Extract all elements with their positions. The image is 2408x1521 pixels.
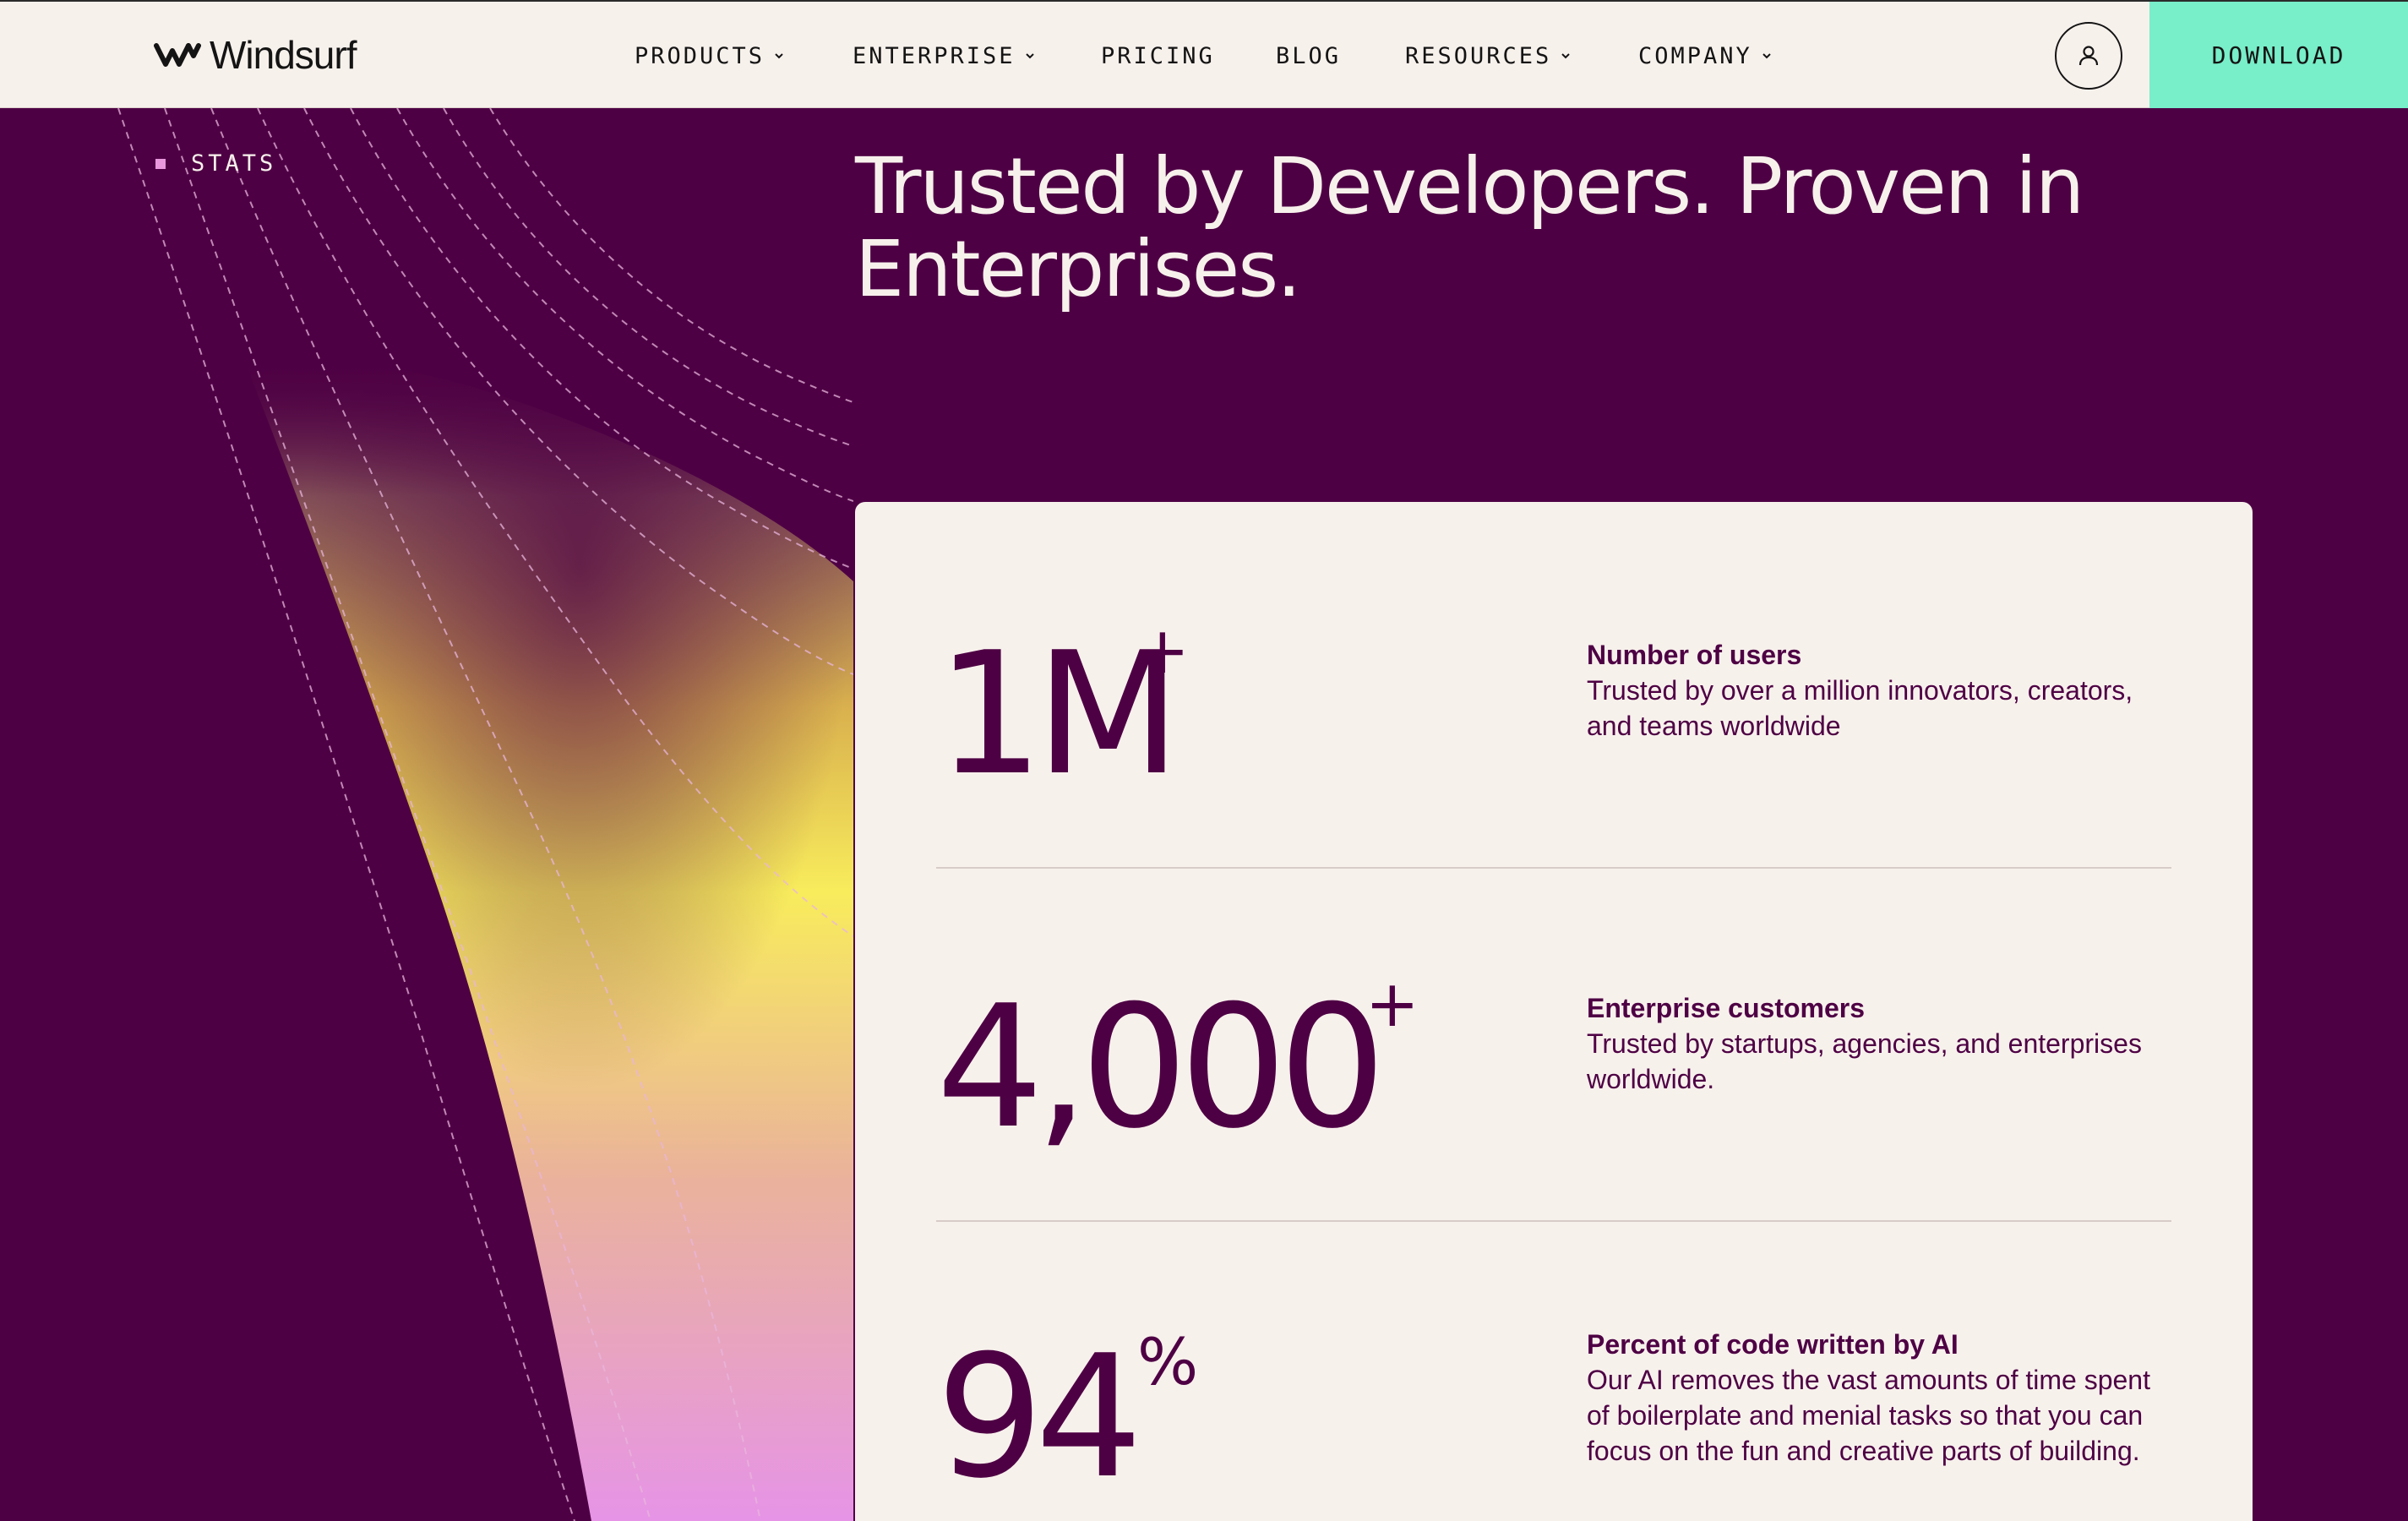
stat-enterprise-suffix: + <box>1365 966 1419 1041</box>
section-label-text: STATS <box>191 150 277 177</box>
chevron-down-icon <box>1560 52 1572 60</box>
nav-enterprise[interactable]: ENTERPRISE <box>853 39 1036 73</box>
top-navigation-bar: Windsurf PRODUCTS ENTERPRISE PRICING BLO… <box>0 0 2408 108</box>
stat-enterprise-title: Enterprise customers <box>1587 993 1866 1023</box>
nav-pricing-label: PRICING <box>1101 42 1215 69</box>
chevron-down-icon <box>1761 52 1773 60</box>
stat-enterprise-value: 4,000 <box>936 969 1387 1166</box>
section-label: STATS <box>155 150 276 177</box>
nav-pricing[interactable]: PRICING <box>1101 39 1215 73</box>
decorative-ribbon-graphic <box>117 108 853 1521</box>
chevron-down-icon <box>1024 52 1036 60</box>
nav-blog-label: BLOG <box>1276 42 1342 69</box>
windsurf-logo-icon <box>154 43 201 67</box>
nav-company-label: COMPANY <box>1638 42 1752 69</box>
download-button[interactable]: DOWNLOAD <box>2149 2 2408 108</box>
nav-resources[interactable]: RESOURCES <box>1405 39 1572 73</box>
stat-users-title: Number of users <box>1587 640 1802 670</box>
nav-products-label: PRODUCTS <box>635 42 765 69</box>
account-button[interactable] <box>2055 22 2122 90</box>
nav-blog[interactable]: BLOG <box>1276 39 1341 73</box>
stat-users-description: Trusted by over a million innovators, cr… <box>1587 675 2133 741</box>
stat-enterprise-description: Trusted by startups, agencies, and enter… <box>1587 1028 2142 1094</box>
stat-ai-code-suffix: % <box>1137 1324 1199 1399</box>
bullet-square-icon <box>155 158 166 169</box>
stat-divider <box>936 1220 2171 1222</box>
nav-enterprise-label: ENTERPRISE <box>853 42 1016 69</box>
stats-card: 1M + Number of users Trusted by over a m… <box>855 502 2253 1521</box>
stat-divider <box>936 867 2171 869</box>
chevron-down-icon <box>773 52 785 60</box>
stat-ai-code-description: Our AI removes the vast amounts of time … <box>1587 1365 2150 1466</box>
stat-ai-code-title: Percent of code written by AI <box>1587 1329 1959 1360</box>
windsurf-logo[interactable]: Windsurf <box>154 33 357 77</box>
stat-users-suffix: + <box>1136 613 1190 688</box>
nav-products[interactable]: PRODUCTS <box>635 39 785 73</box>
section-headline: Trusted by Developers. Proven in Enterpr… <box>855 141 2084 314</box>
nav-resources-label: RESOURCES <box>1405 42 1552 69</box>
logo-wordmark: Windsurf <box>210 33 357 77</box>
stat-ai-code-value: 94 <box>936 1319 1142 1516</box>
nav-company[interactable]: COMPANY <box>1638 39 1773 73</box>
user-icon <box>2078 46 2099 66</box>
